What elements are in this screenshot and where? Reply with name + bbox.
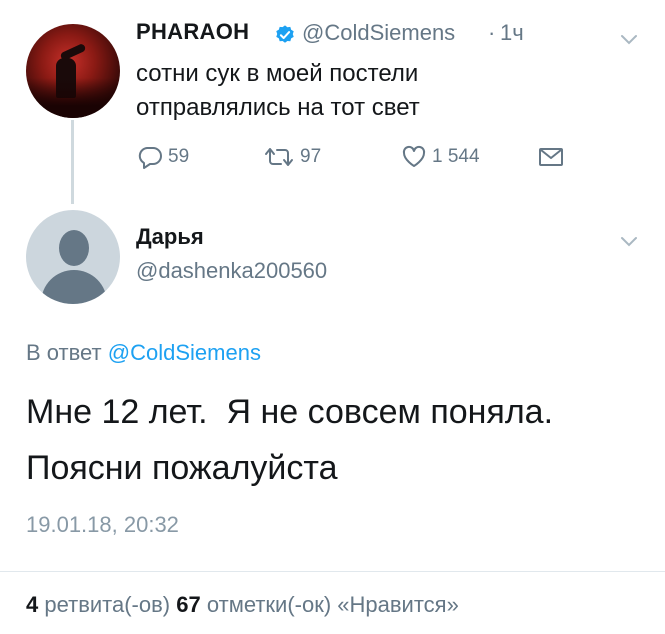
parent-author-name[interactable]: PHARAOH xyxy=(136,19,249,45)
like-total[interactable]: 67 xyxy=(176,592,200,617)
tweet-stats: 4 ретвита(-ов) 67 отметки(-ок) «Нравится… xyxy=(26,592,459,618)
like-button[interactable]: 1 544 xyxy=(400,143,480,171)
retweet-count: 97 xyxy=(300,146,322,167)
retweet-icon xyxy=(265,148,293,166)
parent-author-handle[interactable]: @ColdSiemens xyxy=(302,20,455,46)
thread-connector-line xyxy=(71,120,74,204)
retweet-button[interactable]: 97 xyxy=(262,143,321,171)
like-count: 1 544 xyxy=(432,146,480,167)
reply-tweet-date: 19.01.18, 20:32 xyxy=(26,512,179,537)
envelope-icon xyxy=(539,148,563,166)
verified-badge-icon xyxy=(276,25,294,43)
parent-tweet-text-line1: сотни сук в моей постели xyxy=(136,60,419,87)
reply-tweet-text-line2: Поясни пожалуйста xyxy=(26,449,338,487)
avatar-default[interactable] xyxy=(26,210,120,304)
avatar-pharaoh[interactable] xyxy=(26,24,120,118)
separator-dot: · xyxy=(488,20,496,45)
reply-count: 59 xyxy=(168,146,190,167)
parent-tweet-text: сотни сук в моей постели отправлялись на… xyxy=(136,57,420,125)
replying-mention-link[interactable]: @ColdSiemens xyxy=(108,340,261,365)
reply-icon xyxy=(138,147,162,169)
retweet-total[interactable]: 4 xyxy=(26,592,38,617)
chevron-down-icon[interactable] xyxy=(620,236,638,248)
direct-message-button[interactable] xyxy=(538,143,568,171)
avatar-silhouette-head xyxy=(59,230,89,266)
parent-tweet-text-line2: отправлялись на тот свет xyxy=(136,94,420,121)
reply-author-name[interactable]: Дарья xyxy=(136,224,204,250)
replying-prefix: В ответ xyxy=(26,340,102,365)
reply-tweet-text-line1: Мне 12 лет. Я не совсем поняла. xyxy=(26,393,554,431)
retweet-total-label[interactable]: ретвита(-ов) xyxy=(44,592,170,617)
replying-to: В ответ @ColdSiemens xyxy=(26,340,261,366)
avatar-silhouette-body xyxy=(41,270,107,304)
divider xyxy=(0,571,665,572)
reply-tweet-text: Мне 12 лет. Я не совсем поняла. Поясни п… xyxy=(26,384,553,496)
parent-tweet-time[interactable]: 1ч xyxy=(500,20,524,46)
heart-icon xyxy=(402,145,426,167)
reply-author-handle[interactable]: @dashenka200560 xyxy=(136,258,327,284)
chevron-down-icon[interactable] xyxy=(620,34,638,46)
reply-button[interactable]: 59 xyxy=(136,143,189,171)
like-total-label[interactable]: отметки(-ок) «Нравится» xyxy=(207,592,459,617)
avatar-crowd xyxy=(26,78,120,118)
